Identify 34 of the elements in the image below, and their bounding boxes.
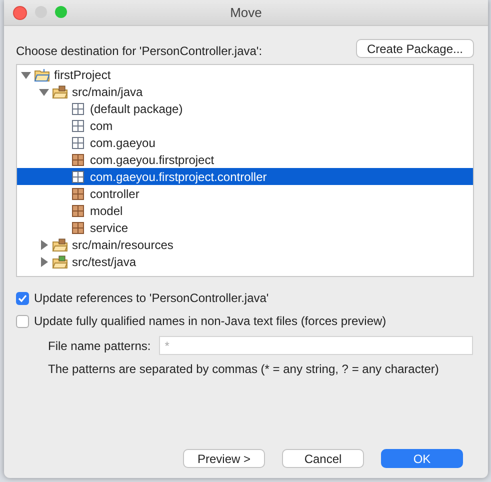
tree-item[interactable]: src/main/java <box>17 83 473 100</box>
close-button[interactable] <box>13 6 27 20</box>
expanded-triangle-icon[interactable] <box>39 86 49 96</box>
collapsed-triangle-icon[interactable] <box>39 240 49 250</box>
source-folder-icon <box>52 238 68 252</box>
checkbox-label: Update references to 'PersonController.java' <box>34 291 269 305</box>
expanded-triangle-icon[interactable] <box>21 70 31 80</box>
tree-item[interactable]: com.gaeyou.firstproject <box>17 151 473 168</box>
window-title: Move <box>230 5 262 20</box>
patterns-hint: The patterns are separated by commas (* = any string, ? = any character) <box>48 362 440 376</box>
checkbox-label: Update fully qualified names in non-Java text files (forces preview) <box>34 314 386 328</box>
field-label: File name patterns: <box>48 338 151 352</box>
collapsed-triangle-icon[interactable] <box>39 256 49 266</box>
project-folder-icon <box>34 68 50 82</box>
source-folder-icon <box>52 254 68 268</box>
tree-item[interactable]: model <box>17 202 473 219</box>
tree-item[interactable]: controller <box>17 185 473 202</box>
source-folder-icon <box>52 84 68 98</box>
create-package-button[interactable]: Create Package... <box>356 39 474 58</box>
tree-item[interactable]: com.gaeyou.firstproject.controller <box>17 168 473 185</box>
destination-label: Choose destination for 'PersonController.java': <box>16 44 262 58</box>
tree-item[interactable]: (default package) <box>17 100 473 117</box>
dialog-button[interactable]: OK <box>381 449 463 468</box>
checkbox[interactable] <box>16 292 29 304</box>
tree-item[interactable]: src/main/resources <box>17 236 473 253</box>
tree-item[interactable]: com <box>17 117 473 134</box>
dialog-button[interactable]: Preview > <box>183 449 265 468</box>
tree-item[interactable]: service <box>17 219 473 236</box>
tree-item[interactable]: src/test/java <box>17 253 473 270</box>
tree-item[interactable]: firstProject <box>17 66 473 83</box>
file-patterns-field[interactable]: * <box>158 336 473 355</box>
dialog-button[interactable]: Cancel <box>282 449 364 468</box>
tree-item[interactable]: com.gaeyou <box>17 134 473 151</box>
checkbox[interactable] <box>16 314 29 328</box>
